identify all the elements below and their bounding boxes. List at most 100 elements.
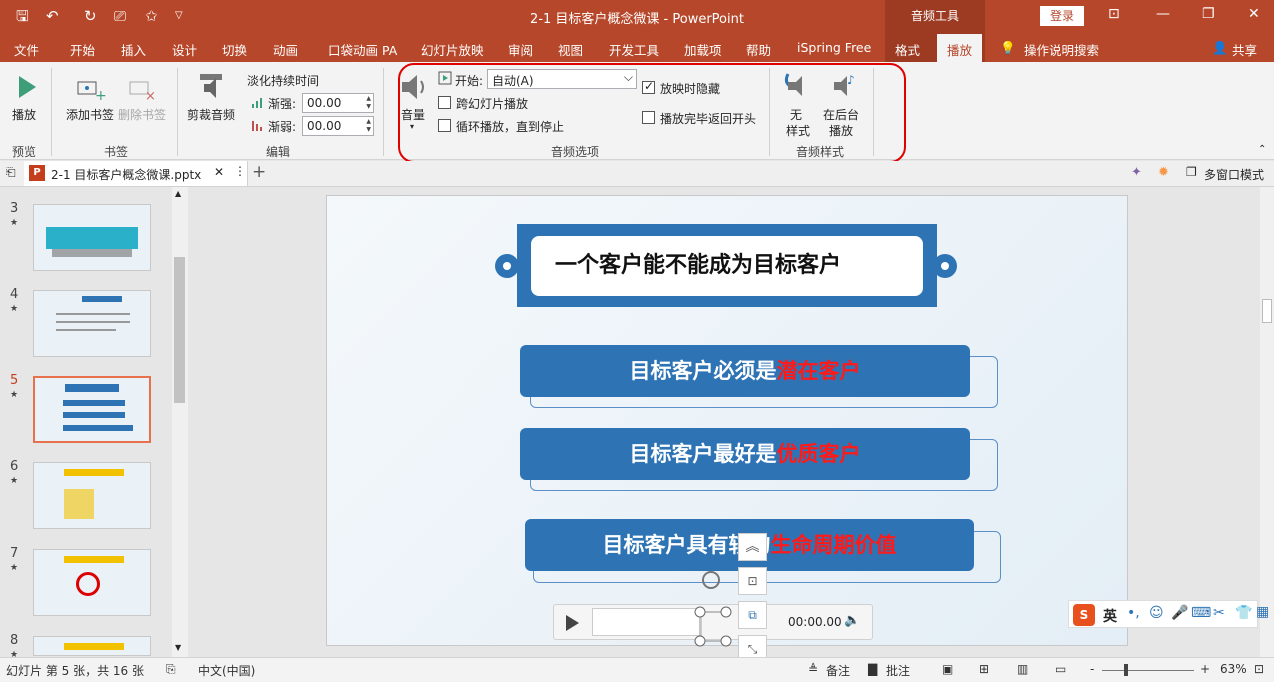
ime-keyboard-icon[interactable]: ⌨ xyxy=(1191,605,1211,621)
add-bookmark-icon[interactable]: + xyxy=(76,78,106,102)
player-volume-icon[interactable]: 🔈 xyxy=(844,613,860,628)
tab-menu-icon[interactable]: ⋮ xyxy=(234,164,246,178)
share-button[interactable]: 共享 xyxy=(1232,40,1257,59)
zoom-in-button[interactable]: + xyxy=(1200,662,1210,676)
settings-gear-icon[interactable]: ✹ xyxy=(1158,165,1169,180)
add-bookmark-button[interactable]: 添加书签 xyxy=(66,106,114,123)
bring-forward-icon[interactable]: ︽ xyxy=(738,533,767,561)
fit-to-window-icon[interactable]: ⊡ xyxy=(1254,662,1264,676)
fade-in-input[interactable]: 00.00 ▲ ▼ xyxy=(302,93,374,113)
new-tab-icon[interactable]: + xyxy=(252,162,266,182)
selection-handles[interactable] xyxy=(690,568,740,650)
sogou-logo-icon[interactable]: S xyxy=(1073,604,1095,626)
collapse-ribbon-icon[interactable]: ⌃ xyxy=(1258,144,1266,155)
scroll-down-icon[interactable]: ▼ xyxy=(175,643,181,652)
tab-insert[interactable]: 插入 xyxy=(121,40,146,59)
scroll-up-icon[interactable]: ▲ xyxy=(175,189,181,198)
layer-icon[interactable]: ⧉ xyxy=(738,601,767,629)
scroll-thumb[interactable] xyxy=(174,257,185,403)
ime-language[interactable]: 英 xyxy=(1103,606,1117,626)
ime-skin-icon[interactable]: 👕 xyxy=(1235,605,1252,621)
tab-home[interactable]: 开始 xyxy=(70,40,95,59)
ime-menu-icon[interactable]: ▦ xyxy=(1256,604,1269,620)
play-icon[interactable] xyxy=(16,74,38,100)
slideshow-view-icon[interactable]: ▭ xyxy=(1055,662,1066,676)
language-status[interactable]: 中文(中国) xyxy=(198,662,255,679)
tab-slideshow[interactable]: 幻灯片放映 xyxy=(421,40,484,59)
slide-thumbnail-6[interactable] xyxy=(33,462,151,529)
tab-developer[interactable]: 开发工具 xyxy=(609,40,659,59)
slide-sorter-icon[interactable]: ⊞ xyxy=(979,662,989,676)
share-icon[interactable]: 👤 xyxy=(1212,40,1228,56)
tab-transitions[interactable]: 切换 xyxy=(222,40,247,59)
slide-thumbnail-8[interactable] xyxy=(33,636,151,656)
ai-tool-icon[interactable]: ✦ xyxy=(1131,165,1142,180)
minimize-icon[interactable]: — xyxy=(1156,6,1170,22)
canvas-scrollbar[interactable] xyxy=(1260,187,1274,657)
zoom-slider-thumb[interactable] xyxy=(1124,664,1128,676)
trim-audio-icon[interactable] xyxy=(196,70,226,100)
ribbon-display-icon[interactable]: ⊡ xyxy=(1108,6,1120,22)
tab-animations[interactable]: 动画 xyxy=(273,40,298,59)
normal-view-icon[interactable]: ▣ xyxy=(942,662,953,676)
spellcheck-icon[interactable]: ⎘ xyxy=(166,662,176,677)
notes-button[interactable]: 备注 xyxy=(826,662,850,679)
multi-window-icon[interactable]: ❐ xyxy=(1186,165,1197,179)
lightbulb-icon: 💡 xyxy=(1000,40,1016,55)
tab-playback[interactable]: 播放 xyxy=(937,34,983,62)
tab-addins[interactable]: 加载项 xyxy=(684,40,722,59)
doc-tab-active[interactable]: P 2-1 目标客户概念微课.pptx ✕ ⋮ xyxy=(24,161,248,186)
tab-view[interactable]: 视图 xyxy=(558,40,583,59)
play-button[interactable]: 播放 xyxy=(12,106,36,123)
comments-button[interactable]: 批注 xyxy=(886,662,910,679)
thumbnail-scrollbar[interactable]: ▲ ▼ xyxy=(172,187,188,657)
bar3-highlight: 生命周期价值 xyxy=(770,533,897,557)
slide-thumbnail-3[interactable] xyxy=(33,204,151,271)
ime-voice-icon[interactable]: 🎤 xyxy=(1171,605,1188,621)
tab-pocket-animation[interactable]: 口袋动画 PA xyxy=(328,40,397,59)
login-button[interactable]: 登录 xyxy=(1040,6,1084,26)
canvas-scroll-thumb[interactable] xyxy=(1262,299,1272,323)
multi-window-button[interactable]: 多窗口模式 xyxy=(1204,166,1264,183)
close-icon[interactable]: ✕ xyxy=(1248,6,1260,22)
trim-audio-button[interactable]: 剪裁音频 xyxy=(187,106,235,123)
zoom-level[interactable]: 63% xyxy=(1220,662,1247,676)
point-bar-2[interactable]: 目标客户最好是优质客户 xyxy=(520,428,970,480)
restore-icon[interactable]: ❐ xyxy=(1202,6,1215,22)
remove-bookmark-button[interactable]: 删除书签 xyxy=(118,106,166,123)
slide-title[interactable]: 一个客户能不能成为目标客户 xyxy=(531,236,923,296)
zoom-out-button[interactable]: - xyxy=(1090,662,1094,676)
fade-out-input[interactable]: 00.00 ▲ ▼ xyxy=(302,116,374,136)
tab-design[interactable]: 设计 xyxy=(172,40,197,59)
player-progress-track[interactable] xyxy=(592,608,702,636)
ppt-file-icon: P xyxy=(29,165,45,181)
slide-thumbnail-4[interactable] xyxy=(33,290,151,357)
ime-toolbar: S 英 •, ☺ 🎤 ⌨ ✂ 👕 xyxy=(1068,600,1258,628)
reading-view-icon[interactable]: ▥ xyxy=(1017,662,1028,676)
tab-file[interactable]: 文件 xyxy=(14,40,39,59)
point-bar-1[interactable]: 目标客户必须是潜在客户 xyxy=(520,345,970,397)
comments-icon[interactable]: ▇ xyxy=(868,662,877,676)
tab-ispring[interactable]: iSpring Free xyxy=(797,40,871,55)
fade-in-icon xyxy=(252,98,262,108)
zoom-slider-track[interactable] xyxy=(1102,670,1194,671)
player-play-icon[interactable] xyxy=(564,614,580,632)
ime-tools-icon[interactable]: ✂ xyxy=(1213,605,1225,621)
slide-thumbnail-5-selected[interactable] xyxy=(33,376,151,443)
home-tab-icon[interactable]: ⎗ xyxy=(6,165,16,180)
svg-text:+: + xyxy=(95,88,106,102)
notes-icon[interactable]: ≜ xyxy=(808,662,818,676)
remove-bookmark-icon[interactable]: × xyxy=(128,78,158,102)
ime-punctuation-icon[interactable]: •, xyxy=(1127,605,1140,621)
align-center-icon[interactable]: ⊡ xyxy=(738,567,767,595)
tab-help[interactable]: 帮助 xyxy=(746,40,771,59)
separator xyxy=(177,68,178,156)
ime-emoji-icon[interactable]: ☺ xyxy=(1149,605,1164,621)
slide-thumbnail-7[interactable] xyxy=(33,549,151,616)
tell-me-search[interactable]: 操作说明搜索 xyxy=(1024,40,1099,59)
thumb-animation-star: ★ xyxy=(10,304,19,314)
close-tab-icon[interactable]: ✕ xyxy=(214,165,224,179)
tab-format[interactable]: 格式 xyxy=(895,40,920,59)
tab-review[interactable]: 审阅 xyxy=(508,40,533,59)
svg-text:×: × xyxy=(145,89,156,102)
